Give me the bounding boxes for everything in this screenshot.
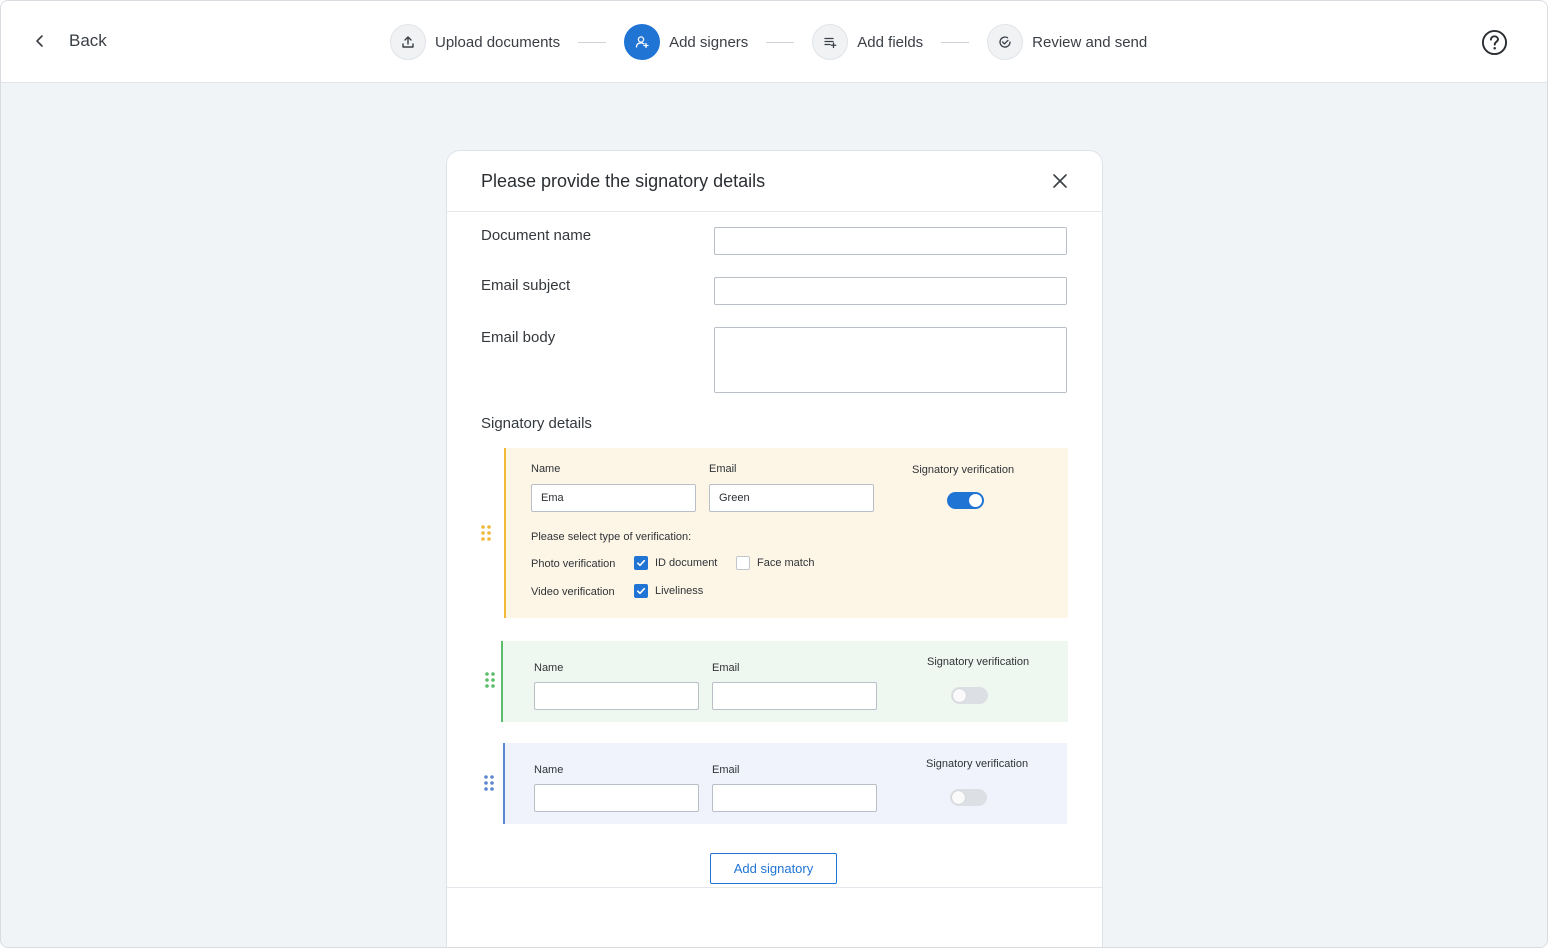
step-label: Upload documents (435, 33, 561, 51)
video-verification-label: Video verification (531, 586, 615, 598)
id-document-checkbox[interactable] (634, 556, 648, 570)
signatory-email-input[interactable] (709, 484, 874, 512)
step-connector (578, 41, 607, 43)
email-body-label: Email body (481, 329, 556, 346)
app-window: Back Upload documents Add signers Add fi… (0, 0, 1548, 948)
list-add-icon (824, 37, 837, 49)
close-icon[interactable] (1051, 172, 1069, 190)
step-review-and-send[interactable]: Review and send (987, 24, 1147, 60)
modal-title: Please provide the signatory details (481, 171, 766, 191)
verification-type-prompt: Please select type of verification: (531, 531, 692, 543)
signatory-verification-label: Signatory verification (927, 656, 1030, 668)
name-label: Name (531, 463, 561, 475)
top-bar: Back Upload documents Add signers Add fi… (1, 1, 1547, 83)
check-icon (637, 587, 646, 595)
add-signatory-button[interactable]: Add signatory (710, 853, 837, 884)
step-add-signers[interactable]: Add signers (624, 24, 748, 60)
email-label: Email (712, 764, 740, 776)
step-circle (624, 24, 661, 60)
help-icon[interactable] (1481, 29, 1508, 56)
email-label: Email (709, 463, 737, 475)
signatory-details-modal: Please provide the signatory details Doc… (446, 150, 1103, 947)
face-match-checkbox[interactable] (736, 556, 750, 570)
signatory-email-input[interactable] (712, 682, 877, 710)
email-subject-input[interactable] (714, 277, 1067, 305)
step-circle (812, 24, 849, 60)
stepper: Upload documents Add signers Add fields … (390, 24, 1147, 60)
drag-handle-icon[interactable] (484, 671, 496, 689)
signatory-verification-toggle[interactable] (947, 492, 984, 509)
toggle-knob (952, 791, 965, 804)
back-label: Back (69, 31, 107, 50)
step-circle (390, 24, 426, 60)
check-icon (637, 559, 646, 567)
signatory-name-input[interactable] (531, 484, 696, 512)
signatory-name-input[interactable] (534, 784, 699, 812)
step-connector (766, 41, 795, 43)
modal-footer-divider (447, 887, 1102, 888)
signatory-card-2: Name Email Signatory verification (501, 641, 1068, 722)
toggle-knob (969, 494, 982, 507)
modal-header: Please provide the signatory details (447, 151, 1102, 212)
upload-icon (402, 36, 414, 48)
toggle-knob (953, 689, 966, 702)
step-connector (941, 41, 970, 43)
back-button[interactable]: Back (33, 27, 107, 55)
step-circle (987, 24, 1024, 60)
chevron-left-icon (36, 35, 43, 47)
step-label: Add signers (669, 33, 749, 51)
document-name-input[interactable] (714, 227, 1067, 255)
signatory-verification-label: Signatory verification (926, 758, 1029, 770)
document-name-label: Document name (481, 227, 592, 244)
face-match-label: Face match (757, 557, 815, 569)
email-body-textarea[interactable] (714, 327, 1067, 393)
signatory-card-1: Name Email Signatory verification Please… (504, 448, 1068, 618)
signatory-verification-label: Signatory verification (912, 464, 1015, 476)
liveliness-checkbox[interactable] (634, 584, 648, 598)
signatory-name-input[interactable] (534, 682, 699, 710)
name-label: Name (534, 662, 564, 674)
photo-verification-label: Photo verification (531, 558, 616, 570)
user-add-icon (635, 36, 649, 49)
id-document-label: ID document (655, 557, 718, 569)
name-label: Name (534, 764, 564, 776)
drag-handle-icon[interactable] (483, 774, 495, 792)
liveliness-label: Liveliness (655, 585, 704, 597)
signatory-card-3: Name Email Signatory verification (503, 743, 1067, 824)
step-add-fields[interactable]: Add fields (812, 24, 923, 60)
signatory-email-input[interactable] (712, 784, 877, 812)
drag-handle-icon[interactable] (480, 524, 492, 542)
email-label: Email (712, 662, 740, 674)
step-label: Review and send (1032, 33, 1148, 51)
signatory-verification-toggle[interactable] (950, 789, 987, 806)
step-upload-documents[interactable]: Upload documents (390, 24, 560, 60)
email-subject-label: Email subject (481, 277, 571, 294)
step-label: Add fields (857, 33, 924, 51)
signatory-verification-toggle[interactable] (951, 687, 988, 704)
signatory-details-heading: Signatory details (481, 415, 592, 432)
check-circle-icon (999, 36, 1011, 48)
